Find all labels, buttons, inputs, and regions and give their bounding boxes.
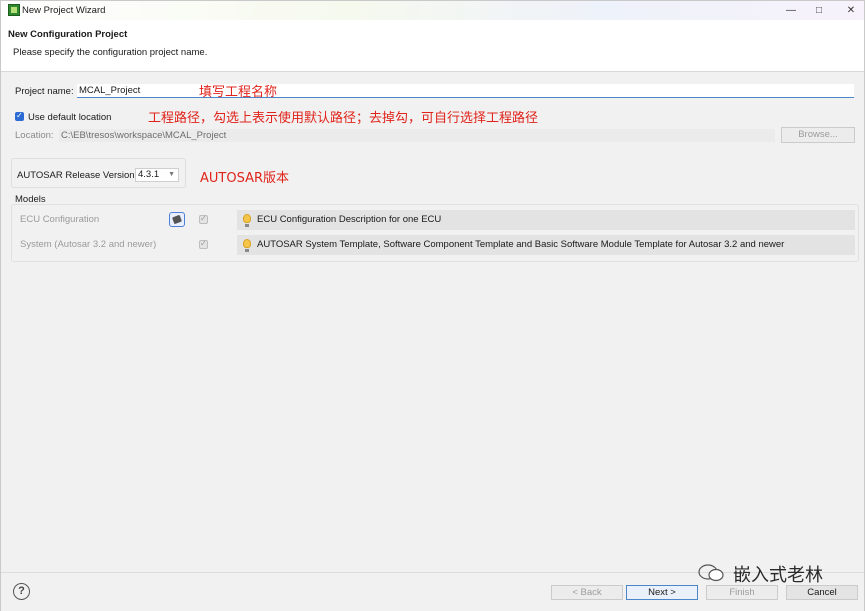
maximize-button[interactable]: □ [809,3,829,18]
location-field[interactable]: C:\EB\tresos\workspace\MCAL_Project [59,129,775,142]
back-button[interactable]: < Back [551,585,623,600]
window-title: New Project Wizard [22,5,106,16]
next-button[interactable]: Next > [626,585,698,600]
model-checkbox[interactable] [199,239,208,249]
model-description: ECU Configuration Description for one EC… [237,210,855,230]
lightbulb-icon [243,214,251,227]
project-name-label: Project name: [15,86,74,97]
title-bar: New Project Wizard — □ ✕ [1,1,864,20]
annotation-location: 工程路径，勾选上表示使用默认路径；去掉勾，可自行选择工程路径 [148,111,539,126]
browse-button[interactable]: Browse... [781,127,855,143]
watermark: 嵌入式老林 [733,565,823,586]
autosar-version-label: AUTOSAR Release Version: [17,170,138,181]
page-title: New Configuration Project [8,29,128,40]
wizard-body: Project name: MCAL_Project 填写工程名称 Use de… [1,72,864,572]
model-description: AUTOSAR System Template, Software Compon… [237,235,855,255]
edit-tool-icon[interactable] [169,212,185,227]
autosar-version-select[interactable]: 4.3.1 ▼ [135,168,179,182]
cancel-button[interactable]: Cancel [786,585,858,600]
use-default-location-label: Use default location [28,112,112,123]
project-name-input[interactable]: MCAL_Project [77,84,854,98]
wizard-window: New Project Wizard — □ ✕ New Configurati… [0,0,865,611]
help-icon[interactable]: ? [13,583,30,600]
wizard-header: New Configuration Project Please specify… [1,20,864,72]
annotation-project-name: 填写工程名称 [199,85,278,100]
autosar-version-value: 4.3.1 [138,169,160,180]
location-label: Location: [15,130,54,141]
model-name: System (Autosar 3.2 and newer) [20,239,157,250]
wechat-icon [698,564,724,582]
lightbulb-icon [243,239,251,252]
annotation-autosar: AUTOSAR版本 [200,171,290,186]
model-name: ECU Configuration [20,214,100,225]
wizard-footer: ? 嵌入式老林 < Back Next > Finish Cancel [1,564,864,611]
use-default-location-checkbox[interactable] [15,111,24,121]
finish-button[interactable]: Finish [706,585,778,600]
chevron-down-icon: ▼ [168,171,175,178]
close-button[interactable]: ✕ [841,3,861,18]
app-icon [8,4,20,16]
page-description: Please specify the configuration project… [13,47,208,58]
model-checkbox[interactable] [199,214,208,224]
minimize-button[interactable]: — [781,3,801,18]
